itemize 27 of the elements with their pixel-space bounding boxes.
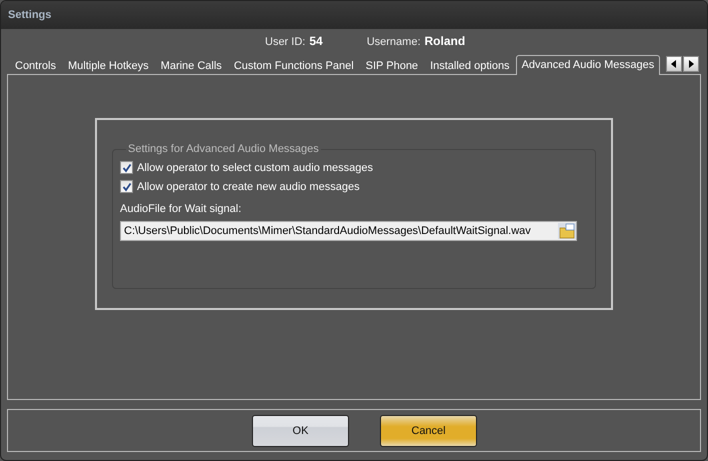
window-title: Settings <box>8 9 52 21</box>
user-id-label: User ID: <box>265 36 306 48</box>
ok-button[interactable]: OK <box>252 414 349 446</box>
scroll-left-button[interactable] <box>666 56 682 72</box>
group-title: Settings for Advanced Audio Messages <box>127 143 320 155</box>
tab[interactable]: Custom Functions Panel <box>228 57 360 75</box>
file-label: AudioFile for Wait signal: <box>120 203 242 215</box>
right-arrow-icon <box>688 60 694 68</box>
scroll-right-button[interactable] <box>683 56 699 72</box>
checkbox[interactable] <box>120 161 133 174</box>
checkbox[interactable] <box>120 180 133 193</box>
tab[interactable]: SIP Phone <box>360 57 424 75</box>
tab[interactable]: Controls <box>9 57 62 75</box>
file-path-field[interactable]: C:\Users\Public\Documents\Mimer\StandardAudioMessages\DefaultWaitSignal.wav <box>120 221 577 241</box>
tab[interactable]: Marine Calls <box>154 57 228 75</box>
username-label: Username: <box>366 36 420 48</box>
checkbox-label: Allow operator to select custom audio messages <box>137 162 374 174</box>
left-arrow-icon <box>671 60 677 68</box>
cancel-button[interactable]: Cancel <box>380 414 477 446</box>
tab[interactable]: Installed options <box>424 57 516 75</box>
file-path-value: C:\Users\Public\Documents\Mimer\StandardAudioMessages\DefaultWaitSignal.wav <box>123 225 532 237</box>
username-value: Roland <box>424 34 466 48</box>
tab[interactable]: Advanced Audio Messages <box>516 55 660 75</box>
checkbox-label: Allow operator to create new audio messages <box>137 180 360 192</box>
tab[interactable]: Multiple Hotkeys <box>62 57 155 75</box>
user-id-value: 54 <box>309 34 323 48</box>
folder-icon[interactable] <box>558 223 576 239</box>
